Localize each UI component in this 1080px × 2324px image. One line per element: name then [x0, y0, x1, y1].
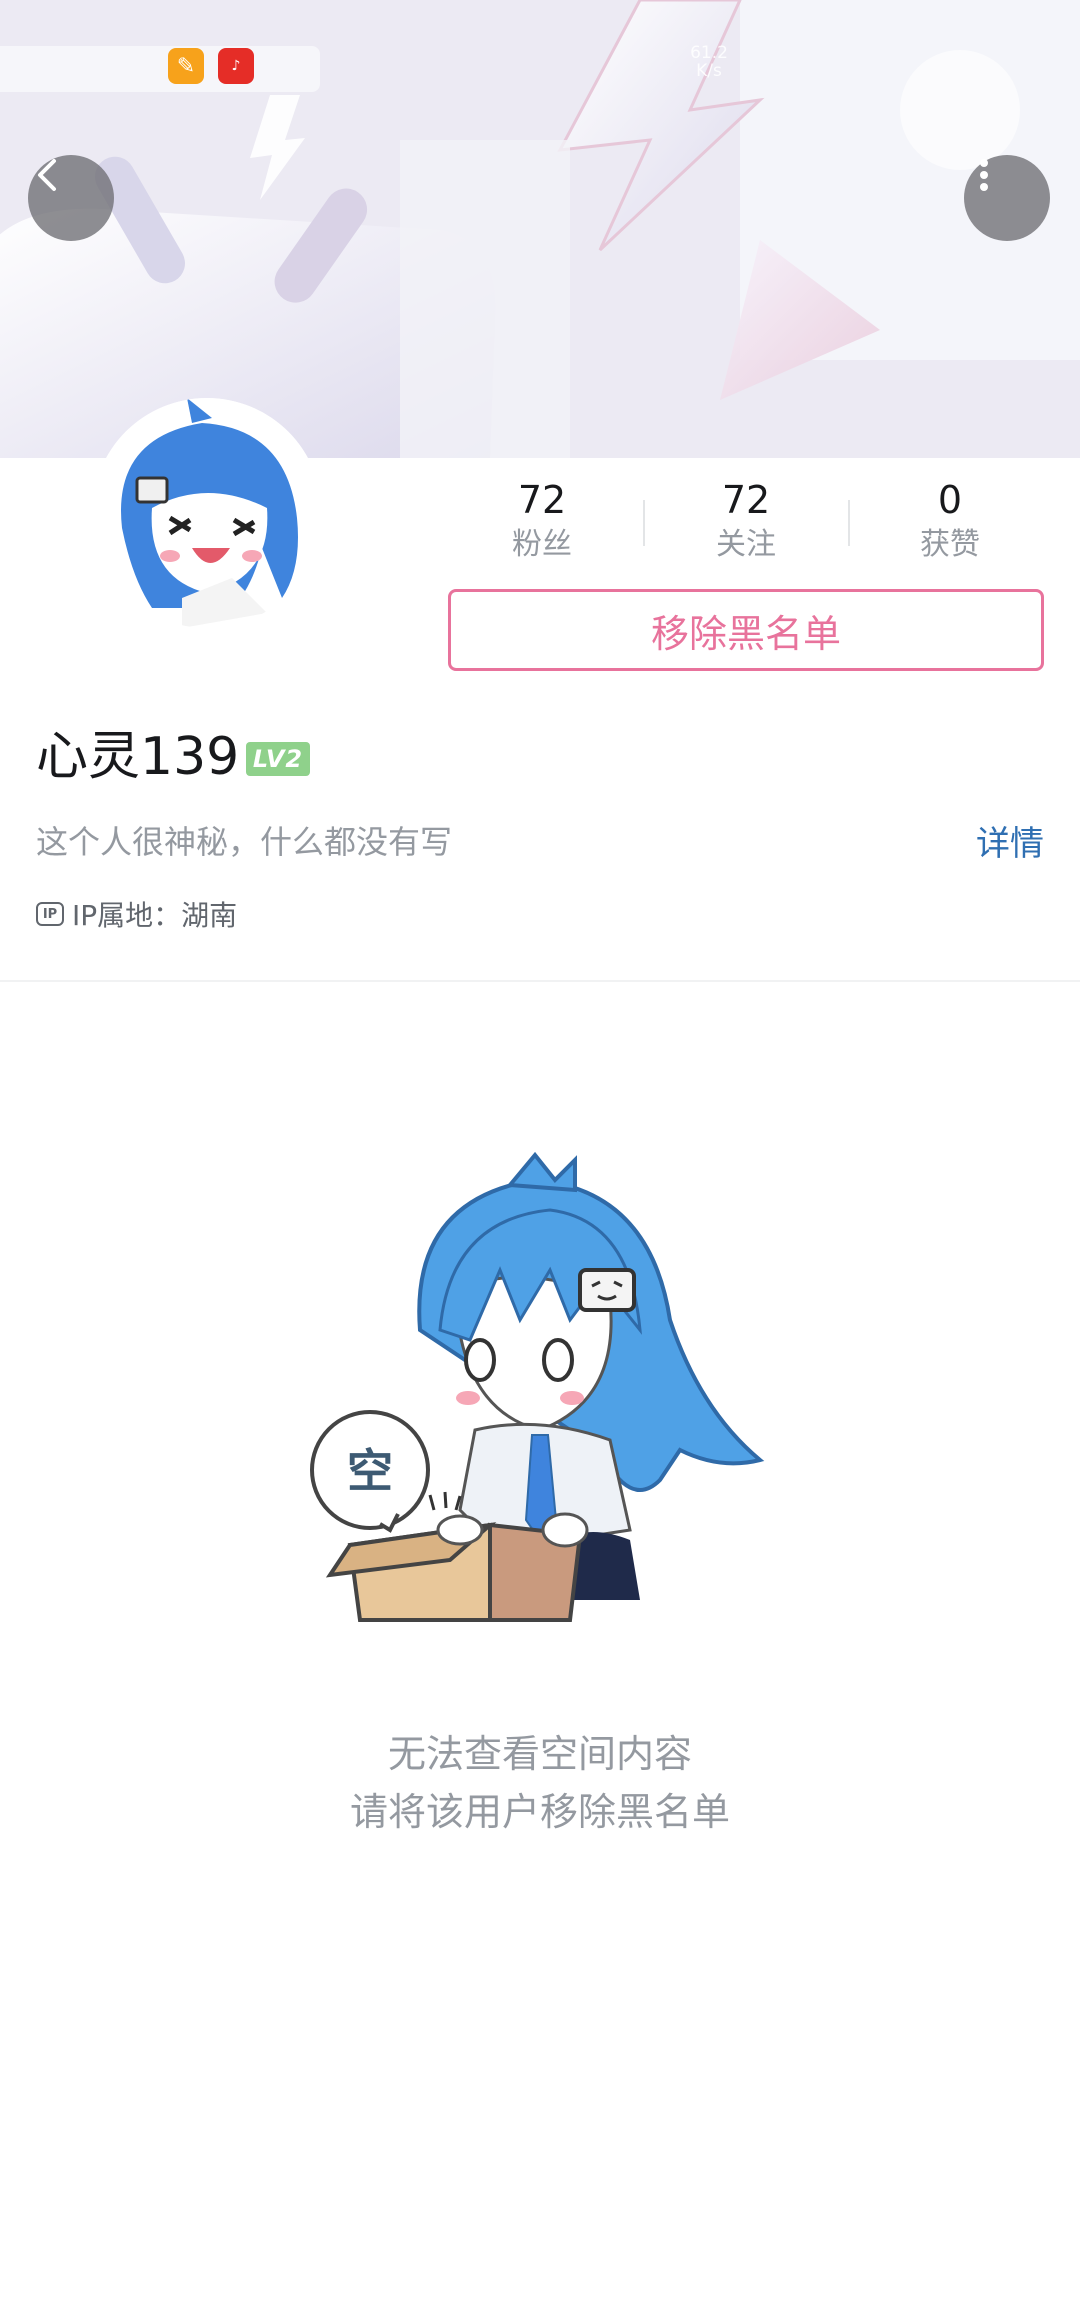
- avatar[interactable]: [92, 398, 322, 628]
- level-badge: LV2: [246, 742, 310, 776]
- user-bio: 这个人很神秘，什么都没有写: [36, 823, 453, 861]
- ip-icon: IP: [36, 902, 64, 926]
- chevron-left-icon: [38, 159, 56, 191]
- bubble-text: 空: [347, 1444, 393, 1498]
- notification-app-icon: ✎: [168, 48, 204, 84]
- vertical-dots-icon: [980, 159, 988, 191]
- more-button[interactable]: [964, 155, 1050, 241]
- network-speed: 61.2 K/s: [690, 43, 728, 81]
- back-button[interactable]: [28, 155, 114, 241]
- likes-label: 获赞: [920, 527, 980, 562]
- empty-state-illustration: 空: [310, 1151, 765, 1622]
- remove-from-blacklist-button[interactable]: 移除黑名单: [448, 589, 1044, 671]
- following-label: 关注: [716, 527, 776, 562]
- details-link[interactable]: 详情: [976, 822, 1044, 866]
- followers-count: 72: [517, 478, 567, 522]
- stat-divider: [848, 500, 850, 546]
- stat-likes: 0 获赞: [860, 476, 1040, 566]
- ip-location-row: IP IP属地：湖南: [36, 894, 237, 934]
- avatar-image: [92, 398, 322, 628]
- empty-message-line1: 无法查看空间内容: [387, 1732, 692, 1776]
- status-bar-overlay: [0, 46, 320, 92]
- status-bar: ✎ ♪ 61.2 K/s: [0, 40, 1080, 92]
- notification-netease-icon: ♪: [218, 48, 254, 84]
- username: 心灵139: [36, 727, 240, 787]
- likes-count: 0: [937, 478, 963, 522]
- section-divider: [0, 980, 1080, 982]
- empty-message-line2: 请将该用户移除黑名单: [349, 1790, 730, 1834]
- stat-divider: [643, 500, 645, 546]
- profile-banner: ✎ ♪ 61.2 K/s: [0, 0, 1080, 458]
- stat-following[interactable]: 72 关注: [656, 476, 836, 566]
- ip-location-text: IP属地：湖南: [72, 899, 238, 932]
- following-count: 72: [721, 478, 771, 522]
- followers-label: 粉丝: [512, 527, 572, 562]
- stat-followers[interactable]: 72 粉丝: [452, 476, 632, 566]
